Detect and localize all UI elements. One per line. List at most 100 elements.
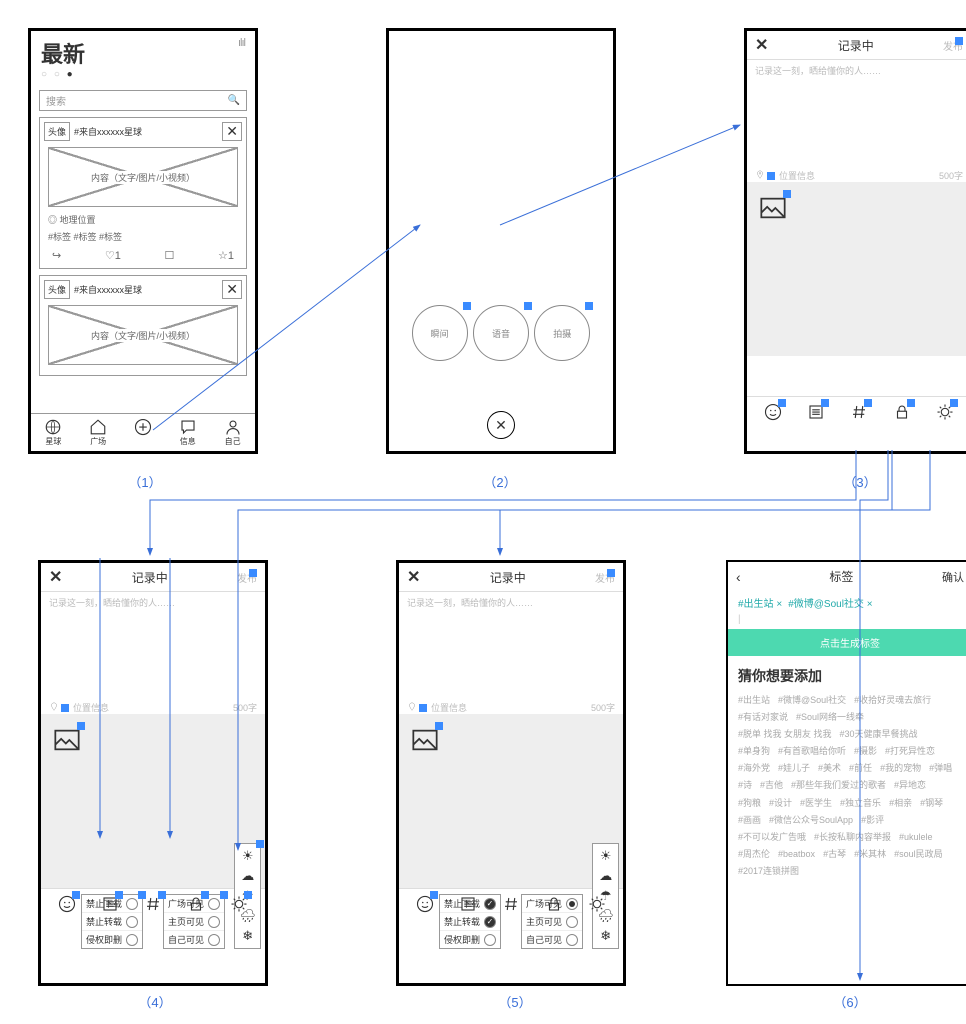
tab-square[interactable]: 广场 bbox=[89, 418, 107, 447]
list-icon[interactable] bbox=[459, 895, 477, 916]
btn-moment[interactable]: 瞬间 bbox=[412, 305, 468, 361]
close-icon[interactable]: ✕ bbox=[407, 567, 420, 587]
tag-suggestion[interactable]: #古琴 bbox=[823, 846, 846, 863]
card-close-icon[interactable]: ✕ bbox=[222, 280, 242, 299]
image-icon[interactable] bbox=[53, 726, 81, 757]
tag-suggestion[interactable]: #美术 bbox=[818, 760, 841, 777]
editor-textarea[interactable]: 记录这一刻，晒给懂你的人…… bbox=[41, 592, 265, 613]
tag-suggestion[interactable]: #娃儿子 bbox=[778, 760, 810, 777]
emoji-icon[interactable] bbox=[58, 895, 76, 916]
screen-3-editor: ✕ 记录中 发布 记录这一刻，晒给懂你的人…… 位置信息 500字 bbox=[744, 28, 966, 454]
tag-suggestion[interactable]: #有话对家说 bbox=[738, 709, 788, 726]
list-icon[interactable] bbox=[807, 403, 825, 424]
location-label[interactable]: 位置信息 bbox=[779, 169, 815, 182]
weather-icon[interactable] bbox=[936, 403, 954, 424]
tag-suggestion[interactable]: #不可以发广告哦 bbox=[738, 829, 806, 846]
tag-suggestion[interactable]: #摄影 bbox=[854, 743, 877, 760]
like-icon[interactable]: ♡1 bbox=[105, 249, 121, 262]
avatar[interactable]: 头像 bbox=[44, 122, 70, 141]
tag-suggestion[interactable]: #脱单 找我 女朋友 找我 bbox=[738, 726, 832, 743]
tag-suggestion[interactable]: #周杰伦 bbox=[738, 846, 770, 863]
tag-suggestion[interactable]: #狗粮 bbox=[738, 795, 761, 812]
image-area[interactable] bbox=[747, 182, 966, 356]
sun-icon: ☀ bbox=[237, 846, 258, 866]
list-icon[interactable] bbox=[101, 895, 119, 916]
close-icon[interactable]: ✕ bbox=[49, 567, 62, 587]
tag-suggestion[interactable]: #异地恋 bbox=[894, 777, 926, 794]
lock-icon[interactable] bbox=[893, 403, 911, 424]
tag-suggestion[interactable]: #ukulele bbox=[899, 829, 933, 846]
tag-suggestion[interactable]: #吉他 bbox=[760, 777, 783, 794]
emoji-icon[interactable] bbox=[764, 403, 782, 424]
image-icon[interactable] bbox=[411, 726, 439, 757]
hash-icon[interactable] bbox=[502, 895, 520, 916]
btn-shoot[interactable]: 拍摄 bbox=[534, 305, 590, 361]
tag-suggestion[interactable]: #米其林 bbox=[854, 846, 886, 863]
tag-suggestion[interactable]: #beatbox bbox=[778, 846, 815, 863]
tag-suggestion[interactable]: #单身狗 bbox=[738, 743, 770, 760]
generate-tag-button[interactable]: 点击生成标签 bbox=[728, 629, 966, 656]
tag-suggestion[interactable]: #微信公众号SoulApp bbox=[769, 812, 853, 829]
lock-icon[interactable] bbox=[545, 895, 563, 916]
char-count: 500字 bbox=[939, 169, 963, 182]
tab-planet[interactable]: 星球 bbox=[44, 418, 62, 447]
tag-suggestion[interactable]: #相亲 bbox=[889, 795, 912, 812]
selected-tags[interactable]: #出生站 ×#微博@Soul社交 × bbox=[728, 591, 966, 614]
comment-icon[interactable]: ☐ bbox=[164, 249, 174, 262]
tab-add[interactable] bbox=[134, 418, 152, 447]
pin-icon[interactable] bbox=[755, 170, 765, 182]
tag-suggestion[interactable]: #那些年我们爱过的歌者 bbox=[791, 777, 886, 794]
card-source: #来自xxxxxx星球 bbox=[74, 125, 142, 138]
confirm-button[interactable]: 确认 bbox=[942, 569, 964, 585]
emoji-icon[interactable] bbox=[416, 895, 434, 916]
card-tags: #标签 #标签 #标签 bbox=[44, 226, 242, 247]
weather-icon[interactable] bbox=[588, 895, 606, 916]
tag-suggestion[interactable]: #出生站 bbox=[738, 692, 770, 709]
hash-icon[interactable] bbox=[144, 895, 162, 916]
close-icon[interactable]: ✕ bbox=[487, 411, 515, 439]
tag-suggestion[interactable]: #微博@Soul社交 bbox=[778, 692, 846, 709]
tag-suggestion[interactable]: #画画 bbox=[738, 812, 761, 829]
tags-title: 标签 bbox=[741, 568, 942, 585]
tag-suggestion[interactable]: #医学生 bbox=[800, 795, 832, 812]
pin-icon[interactable] bbox=[49, 702, 59, 714]
lock-icon[interactable] bbox=[187, 895, 205, 916]
btn-voice[interactable]: 语音 bbox=[473, 305, 529, 361]
tag-suggestion[interactable]: #打死异性恋 bbox=[885, 743, 935, 760]
tag-suggestion[interactable]: #30天健康早餐挑战 bbox=[840, 726, 918, 743]
tag-suggestion[interactable]: #Soul网络一线牵 bbox=[796, 709, 864, 726]
tag-suggestion[interactable]: #前任 bbox=[849, 760, 872, 777]
hash-icon[interactable] bbox=[850, 403, 868, 424]
tag-suggestion[interactable]: #弹唱 bbox=[929, 760, 952, 777]
tab-bar: 星球 广场 信息 自己 bbox=[31, 413, 255, 451]
weather-icon[interactable] bbox=[230, 895, 248, 916]
screen-2-create: 瞬间 语音 拍摄 ✕ bbox=[386, 28, 616, 454]
tab-msg[interactable]: 信息 bbox=[179, 418, 197, 447]
star-icon[interactable]: ☆1 bbox=[218, 249, 234, 262]
tab-me[interactable]: 自己 bbox=[224, 418, 242, 447]
editor-textarea[interactable]: 记录这一刻，晒给懂你的人…… bbox=[747, 60, 966, 81]
editor-title: 记录中 bbox=[768, 37, 943, 54]
tag-suggestion[interactable]: #影评 bbox=[861, 812, 884, 829]
tag-suggestion[interactable]: #2017连锁拼图 bbox=[738, 863, 799, 880]
tag-suggestion[interactable]: #设计 bbox=[769, 795, 792, 812]
tag-suggestion[interactable]: #长按私聊内容举报 bbox=[814, 829, 891, 846]
close-icon[interactable]: ✕ bbox=[755, 35, 768, 55]
tag-suggestion[interactable]: #我的宠物 bbox=[880, 760, 921, 777]
tag-suggestion[interactable]: #诗 bbox=[738, 777, 752, 794]
tag-suggestion[interactable]: #独立音乐 bbox=[840, 795, 881, 812]
share-icon[interactable]: ↪ bbox=[52, 249, 61, 262]
tag-suggestion[interactable]: #收拾好灵魂去旅行 bbox=[854, 692, 931, 709]
tag-suggestion[interactable]: #钢琴 bbox=[920, 795, 943, 812]
search-input[interactable]: 搜索🔍 bbox=[39, 90, 247, 111]
avatar[interactable]: 头像 bbox=[44, 280, 70, 299]
tag-cloud[interactable]: #出生站#微博@Soul社交#收拾好灵魂去旅行#有话对家说#Soul网络一线牵#… bbox=[728, 692, 966, 880]
screen-4-options: ✕ 记录中 发布 记录这一刻，晒给懂你的人…… 位置信息 500字 禁止下载 禁… bbox=[38, 560, 268, 986]
image-icon[interactable] bbox=[759, 194, 787, 225]
tag-suggestion[interactable]: #soul民政局 bbox=[894, 846, 943, 863]
tag-suggestion[interactable]: #海外党 bbox=[738, 760, 770, 777]
caption-4: （4） bbox=[125, 992, 185, 1011]
tag-input[interactable]: | bbox=[728, 614, 966, 625]
tag-suggestion[interactable]: #有首歌唱给你听 bbox=[778, 743, 846, 760]
card-close-icon[interactable]: ✕ bbox=[222, 122, 242, 141]
